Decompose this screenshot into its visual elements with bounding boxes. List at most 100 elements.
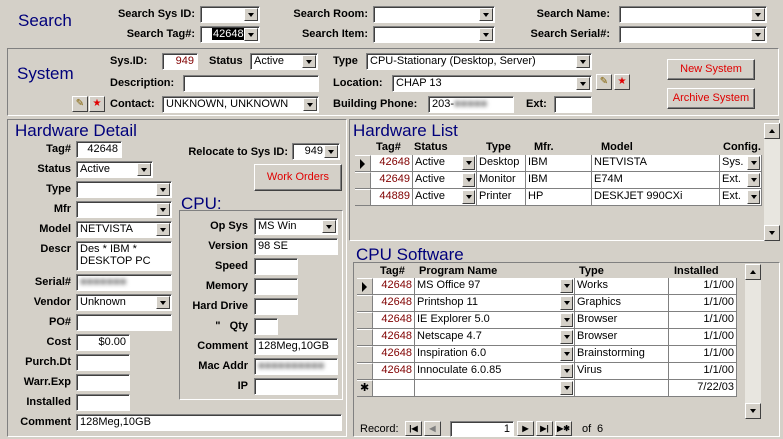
chevron-down-icon[interactable]	[560, 381, 573, 395]
row-selector[interactable]	[357, 346, 373, 363]
hl-model-cell[interactable]: DESKJET 990CXi	[592, 189, 720, 206]
chevron-down-icon[interactable]	[322, 220, 336, 233]
row-selector[interactable]	[357, 295, 373, 312]
cpu-hard-drive-field[interactable]	[254, 298, 298, 315]
chevron-down-icon[interactable]	[560, 313, 573, 327]
hl-config-cell[interactable]: Ext.	[720, 189, 762, 206]
chevron-down-icon[interactable]	[462, 190, 475, 204]
scroll-down-icon[interactable]	[745, 403, 761, 419]
cs-installed-cell[interactable]: 1/1/00	[669, 329, 737, 346]
cs-installed-cell[interactable]: 1/1/00	[669, 346, 737, 363]
chevron-down-icon[interactable]	[479, 28, 493, 41]
hl-config-cell[interactable]: Sys.	[720, 155, 762, 172]
cs-program-cell[interactable]	[415, 380, 575, 397]
hw-comment-field[interactable]: 128Meg,10GB	[76, 414, 342, 431]
cpu-version-field[interactable]: 98 SE	[254, 238, 338, 255]
new-record-button[interactable]: ▶✱	[555, 421, 572, 436]
hl-tag-cell[interactable]: 42648	[371, 155, 413, 172]
archive-system-button[interactable]: Archive System	[667, 88, 755, 109]
cs-installed-cell[interactable]: 1/1/00	[669, 312, 737, 329]
hw-model-combo[interactable]: NETVISTA	[76, 221, 172, 238]
hw-purch-field[interactable]	[76, 354, 130, 371]
cs-program-cell[interactable]: MS Office 97	[415, 278, 575, 295]
cs-tag-cell[interactable]: 42648	[373, 312, 415, 329]
first-record-button[interactable]: |◀	[405, 421, 422, 436]
contact-edit-button[interactable]: ✎	[72, 96, 88, 112]
cs-program-cell[interactable]: Innoculate 6.0.85	[415, 363, 575, 380]
cpu-qty-field[interactable]	[254, 318, 278, 335]
hw-warr-field[interactable]	[76, 374, 130, 391]
search-item-combo[interactable]	[373, 26, 495, 43]
search-room-combo[interactable]	[373, 6, 495, 23]
hardware-list-scrollbar[interactable]	[764, 123, 780, 241]
location-new-button[interactable]: ★	[614, 74, 630, 90]
cs-type-cell[interactable]: Brainstorming	[575, 346, 669, 363]
chevron-down-icon[interactable]	[462, 173, 475, 187]
chevron-down-icon[interactable]	[560, 279, 573, 293]
record-number-field[interactable]: 1	[450, 421, 514, 437]
hw-mfr-combo[interactable]	[76, 201, 172, 218]
hl-mfr-cell[interactable]: HP	[526, 189, 592, 206]
work-orders-button[interactable]: Work Orders	[254, 164, 342, 191]
hl-type-cell[interactable]: Printer	[477, 189, 526, 206]
system-ext-field[interactable]	[554, 96, 592, 113]
cpu-mac-field[interactable]: ■■■■■■■■■■	[254, 358, 338, 375]
search-tag-combo[interactable]: 42648	[200, 26, 260, 43]
chevron-down-icon[interactable]	[751, 28, 765, 41]
hl-mfr-cell[interactable]: IBM	[526, 172, 592, 189]
hl-model-cell[interactable]: NETVISTA	[592, 155, 720, 172]
cs-program-cell[interactable]: Inspiration 6.0	[415, 346, 575, 363]
search-sys-id-combo[interactable]	[200, 6, 260, 23]
cpu-speed-field[interactable]	[254, 258, 298, 275]
cs-installed-cell[interactable]: 1/1/00	[669, 363, 737, 380]
chevron-down-icon[interactable]	[747, 190, 760, 204]
hw-relocate-combo[interactable]: 949	[292, 143, 340, 160]
chevron-down-icon[interactable]	[479, 8, 493, 21]
hw-vendor-combo[interactable]: Unknown	[76, 294, 172, 311]
cs-type-cell[interactable]: Virus	[575, 363, 669, 380]
chevron-down-icon[interactable]	[560, 364, 573, 378]
contact-new-button[interactable]: ★	[89, 96, 105, 112]
hw-installed-field[interactable]	[76, 394, 130, 411]
hl-status-cell[interactable]: Active	[413, 189, 477, 206]
location-edit-button[interactable]: ✎	[596, 74, 612, 90]
new-record-icon[interactable]	[357, 380, 373, 397]
chevron-down-icon[interactable]	[156, 203, 170, 216]
prev-record-button[interactable]: ◀	[424, 421, 441, 436]
cpu-comment-field[interactable]: 128Meg,10GB	[254, 338, 338, 355]
cs-type-cell[interactable]: Browser	[575, 312, 669, 329]
cs-program-cell[interactable]: IE Explorer 5.0	[415, 312, 575, 329]
system-building-phone-field[interactable]: 203-■■■■■	[428, 96, 514, 113]
system-sys-id-field[interactable]: 949	[162, 53, 198, 70]
cs-type-cell[interactable]: Works	[575, 278, 669, 295]
cs-tag-cell[interactable]: 42648	[373, 295, 415, 312]
chevron-down-icon[interactable]	[576, 55, 590, 68]
hw-po-field[interactable]	[76, 314, 172, 331]
chevron-down-icon[interactable]	[560, 296, 573, 310]
chevron-down-icon[interactable]	[560, 347, 573, 361]
cs-type-cell[interactable]	[575, 380, 669, 397]
row-selector[interactable]	[355, 189, 371, 206]
cpu-ip-field[interactable]	[254, 378, 338, 395]
row-selector[interactable]	[355, 155, 371, 172]
row-selector[interactable]	[357, 278, 373, 295]
new-system-button[interactable]: New System	[667, 59, 755, 80]
row-selector[interactable]	[355, 172, 371, 189]
hw-type-combo[interactable]	[76, 181, 172, 198]
cs-type-cell[interactable]: Browser	[575, 329, 669, 346]
hl-model-cell[interactable]: E74M	[592, 172, 720, 189]
system-type-combo[interactable]: CPU-Stationary (Desktop, Server)	[366, 53, 592, 70]
hl-status-cell[interactable]: Active	[413, 172, 477, 189]
row-selector[interactable]	[357, 312, 373, 329]
chevron-down-icon[interactable]	[244, 28, 258, 41]
scroll-up-icon[interactable]	[764, 123, 780, 139]
cpu-opsys-combo[interactable]: MS Win	[254, 218, 338, 235]
cs-tag-cell[interactable]: 42648	[373, 346, 415, 363]
chevron-down-icon[interactable]	[303, 98, 317, 111]
cpu-memory-field[interactable]	[254, 278, 298, 295]
hw-tag-field[interactable]: 42648	[76, 141, 122, 158]
system-status-combo[interactable]: Active	[250, 53, 318, 70]
cs-installed-cell[interactable]: 7/22/03	[669, 380, 737, 397]
hl-type-cell[interactable]: Monitor	[477, 172, 526, 189]
cs-installed-cell[interactable]: 1/1/00	[669, 278, 737, 295]
